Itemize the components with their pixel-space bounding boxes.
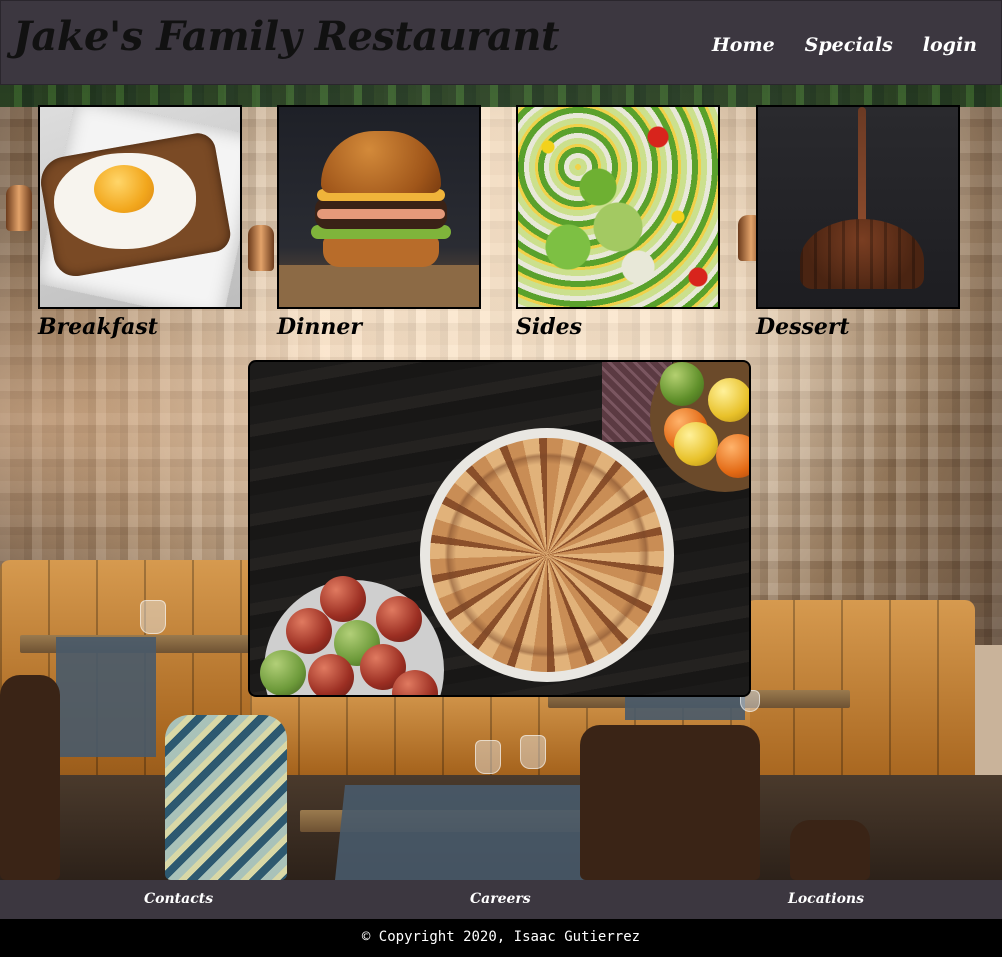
bun-bottom-shape	[323, 237, 439, 267]
dessert-label[interactable]: Dessert	[756, 314, 960, 340]
salad-shape	[518, 107, 718, 307]
background-plants	[0, 85, 1002, 107]
background-table-runner	[56, 637, 156, 757]
breakfast-image[interactable]	[38, 105, 242, 309]
apple-shape	[308, 654, 354, 695]
sauce-shape	[317, 209, 445, 219]
apple-shape	[320, 576, 366, 622]
apple-shape	[260, 650, 306, 695]
copyright-bar: © Copyright 2020, Isaac Gutierrez	[0, 919, 1002, 957]
menu-card-sides[interactable]: Sides	[516, 105, 720, 340]
chocolate-drip-shape	[858, 107, 866, 227]
menu-card-dinner[interactable]: Dinner	[277, 105, 481, 340]
copyright-text: © Copyright 2020, Isaac Gutierrez	[361, 929, 641, 945]
footer-contacts-link[interactable]: Contacts	[144, 891, 213, 907]
lemon-shape	[674, 422, 718, 466]
background-glass	[475, 740, 501, 774]
site-title: Jake's Family Restaurant	[13, 13, 559, 60]
site-header: Jake's Family Restaurant Home Specials l…	[0, 0, 1002, 85]
dinner-image[interactable]	[277, 105, 481, 309]
lime-shape	[660, 362, 704, 406]
cake-ridges-shape	[800, 219, 924, 289]
menu-card-breakfast[interactable]: Breakfast	[38, 105, 242, 340]
featured-pie-image	[248, 360, 751, 697]
sides-label[interactable]: Sides	[516, 314, 720, 340]
dinner-label[interactable]: Dinner	[277, 314, 481, 340]
background-patterned-chair	[165, 715, 287, 880]
apple-shape	[376, 596, 422, 642]
bun-top-shape	[321, 131, 441, 193]
nav-specials-link[interactable]: Specials	[805, 34, 893, 56]
background-chair	[0, 675, 60, 880]
egg-yolk-shape	[94, 165, 154, 213]
nav-home-link[interactable]: Home	[712, 34, 775, 56]
background-lamp	[6, 185, 32, 231]
background-glass	[140, 600, 166, 634]
pie-crust-shape	[430, 438, 664, 672]
sides-image[interactable]	[516, 105, 720, 309]
footer-locations-link[interactable]: Locations	[788, 891, 864, 907]
breakfast-label[interactable]: Breakfast	[38, 314, 242, 340]
background-glass	[520, 735, 546, 769]
background-lamp	[248, 225, 274, 271]
main-nav: Home Specials login	[712, 34, 977, 56]
background-chair	[790, 820, 870, 880]
background-chair	[580, 725, 760, 880]
board-shape	[279, 265, 479, 307]
apple-shape	[286, 608, 332, 654]
orange-shape	[716, 434, 749, 478]
dessert-image[interactable]	[756, 105, 960, 309]
footer-careers-link[interactable]: Careers	[470, 891, 531, 907]
menu-card-dessert[interactable]: Dessert	[756, 105, 960, 340]
lemon-shape	[708, 378, 749, 422]
footer-nav: Contacts Careers Locations	[0, 880, 1002, 919]
nav-login-link[interactable]: login	[923, 34, 977, 56]
